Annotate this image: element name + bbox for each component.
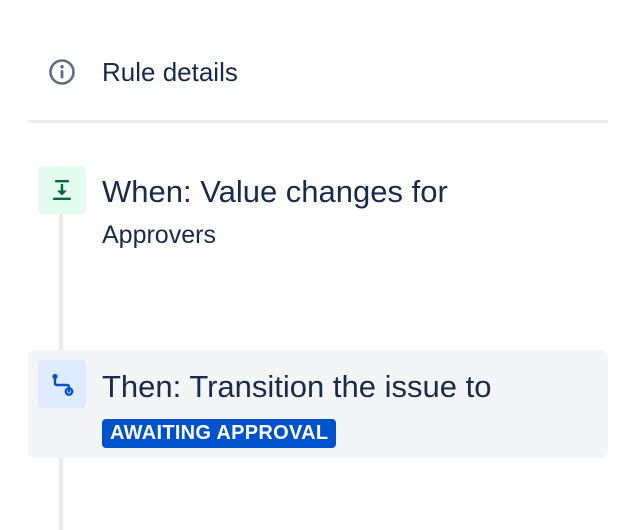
branch-path-icon [52, 373, 74, 396]
divider [28, 120, 608, 123]
rule-details-item[interactable]: Rule details [28, 50, 608, 94]
action-step[interactable]: Then: Transition the issue to AWAITING A… [28, 350, 608, 458]
rule-details-label: Rule details [102, 57, 238, 87]
trigger-icon-container [38, 166, 86, 214]
trigger-step[interactable]: When: Value changes for Approvers [28, 160, 608, 270]
action-title: Then: Transition the issue to [102, 369, 492, 404]
automation-rule-panel: Rule details When: Value changes for App… [0, 0, 632, 530]
trigger-title: When: Value changes for [102, 174, 448, 209]
status-lozenge: AWAITING APPROVAL [102, 419, 337, 448]
trigger-field: Approvers [102, 221, 216, 249]
info-icon [49, 59, 75, 85]
download-arrow-icon [53, 180, 71, 200]
action-icon-container [38, 360, 86, 408]
